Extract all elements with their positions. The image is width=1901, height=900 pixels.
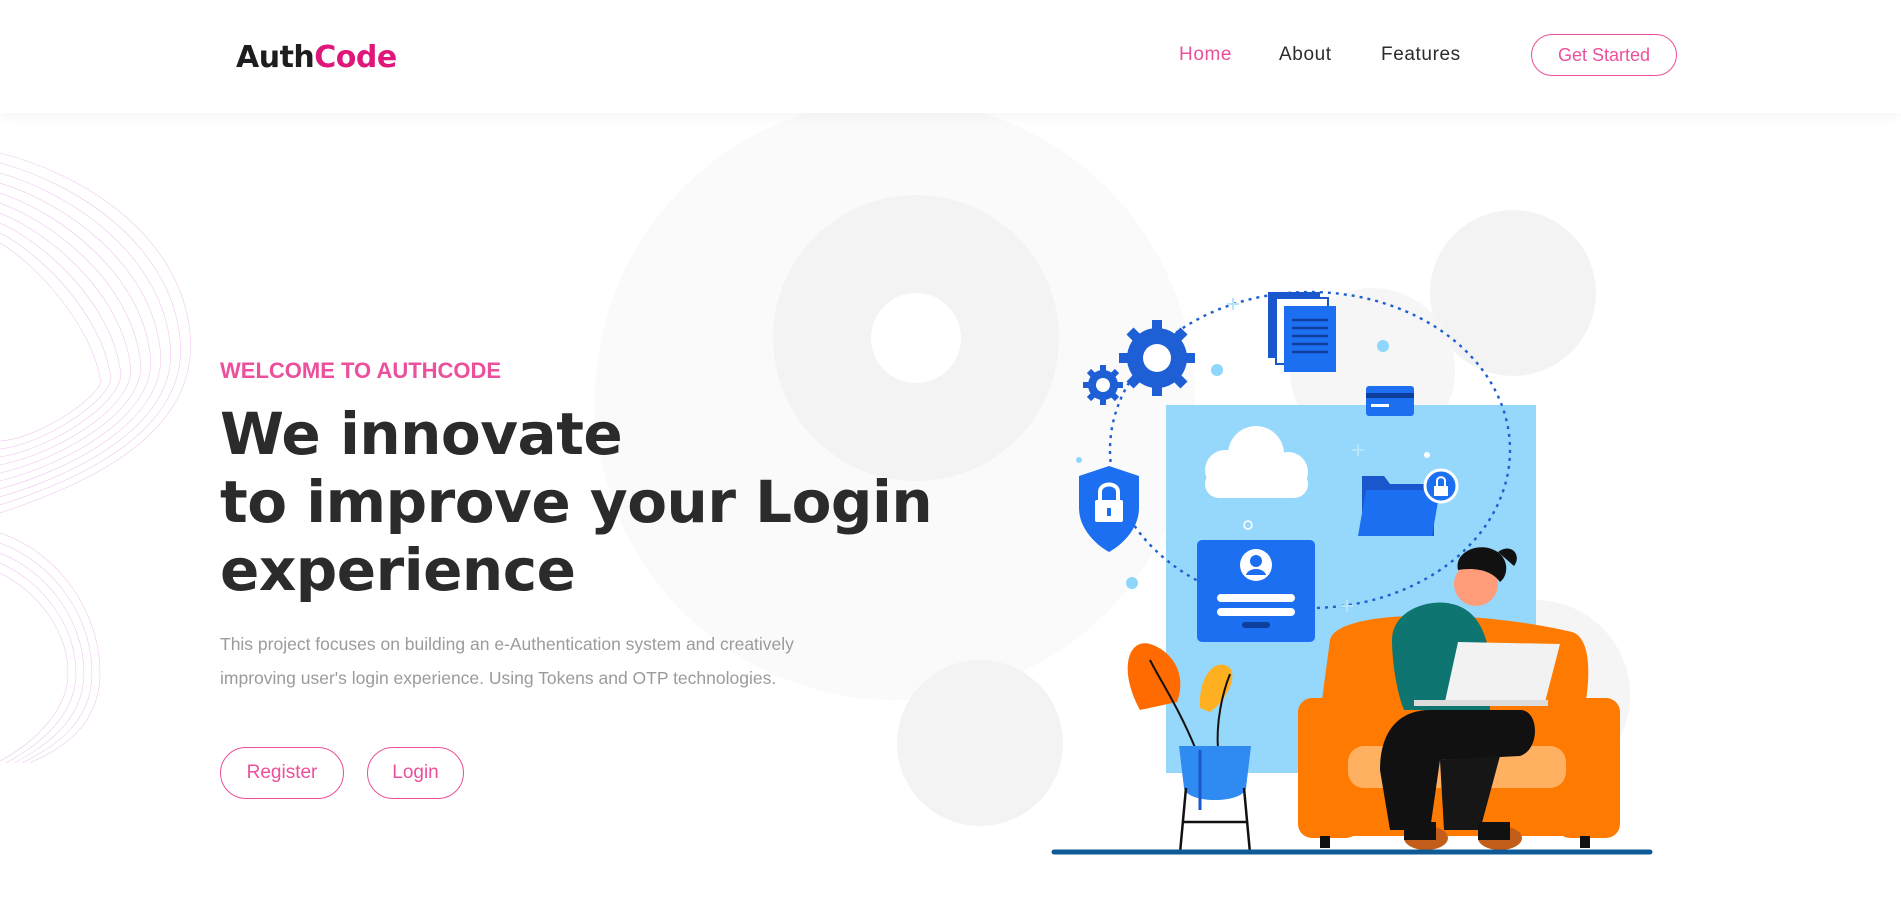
hero-headline-line-3: experience [220, 536, 576, 604]
brand-logo[interactable]: AuthCode [236, 40, 397, 75]
hero-headline-line-1: We innovate [220, 400, 623, 468]
hero-headline-line-2: to improve your Login [220, 468, 933, 536]
hero-eyebrow: WELCOME TO AUTHCODE [220, 358, 502, 383]
hero-headline: We innovate to improve your Login experi… [220, 400, 933, 604]
hero-description: This project focuses on building an e-Au… [220, 627, 880, 695]
get-started-button[interactable]: Get Started [1531, 34, 1677, 76]
decorative-wave-pattern [0, 152, 191, 763]
logo-part-code: Code [314, 40, 397, 75]
credit-card-icon [1366, 386, 1414, 416]
nav-link-features[interactable]: Features [1381, 44, 1461, 66]
register-button[interactable]: Register [220, 747, 344, 799]
top-navbar: AuthCode Home About Features Get Started [0, 0, 1901, 113]
small-gear-icon [1083, 365, 1123, 405]
user-login-icon [1197, 540, 1315, 642]
hero-illustration [1051, 290, 1653, 855]
nav-link-about[interactable]: About [1279, 44, 1332, 66]
document-icon [1268, 292, 1336, 372]
shield-lock-icon [1079, 466, 1139, 552]
background-ring-hole [871, 293, 961, 383]
hero-description-line-2: improving user's login experience. Using… [220, 668, 777, 688]
logo-part-auth: Auth [236, 40, 315, 75]
nav-link-home[interactable]: Home [1179, 44, 1232, 66]
login-button[interactable]: Login [367, 747, 464, 799]
gear-icon [1119, 320, 1195, 396]
hero-description-line-1: This project focuses on building an e-Au… [220, 634, 794, 654]
